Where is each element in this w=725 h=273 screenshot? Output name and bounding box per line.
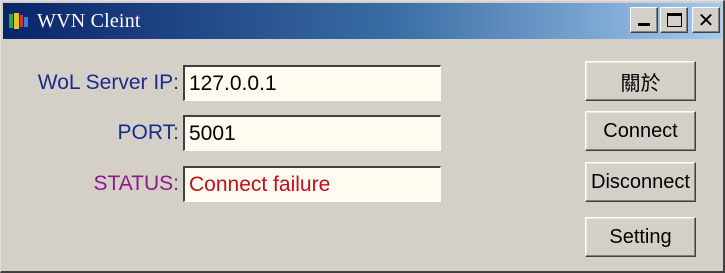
close-icon: ✕ <box>697 8 715 32</box>
minimize-icon <box>638 23 650 26</box>
port-field[interactable] <box>183 115 441 151</box>
window-controls: ✕ <box>630 7 720 33</box>
status-label: STATUS: <box>93 172 179 195</box>
window-title: WVN Cleint <box>37 9 141 32</box>
server-ip-label: WoL Server IP: <box>37 71 179 94</box>
minimize-button[interactable] <box>630 7 658 33</box>
close-button[interactable]: ✕ <box>692 7 720 33</box>
maximize-icon <box>667 13 682 27</box>
app-window: WVN Cleint ✕ WoL Server IP: PORT: STATUS… <box>0 0 725 273</box>
connect-button[interactable]: Connect <box>585 111 696 151</box>
about-button[interactable]: 關於 <box>585 61 696 101</box>
app-icon[interactable] <box>9 12 29 30</box>
status-value: Connect failure <box>183 166 441 202</box>
title-bar[interactable]: WVN Cleint ✕ <box>3 3 722 39</box>
port-label: PORT: <box>117 121 179 144</box>
maximize-button[interactable] <box>660 7 688 33</box>
disconnect-button[interactable]: Disconnect <box>585 162 696 202</box>
server-ip-field[interactable] <box>183 65 441 101</box>
setting-button[interactable]: Setting <box>585 217 696 257</box>
